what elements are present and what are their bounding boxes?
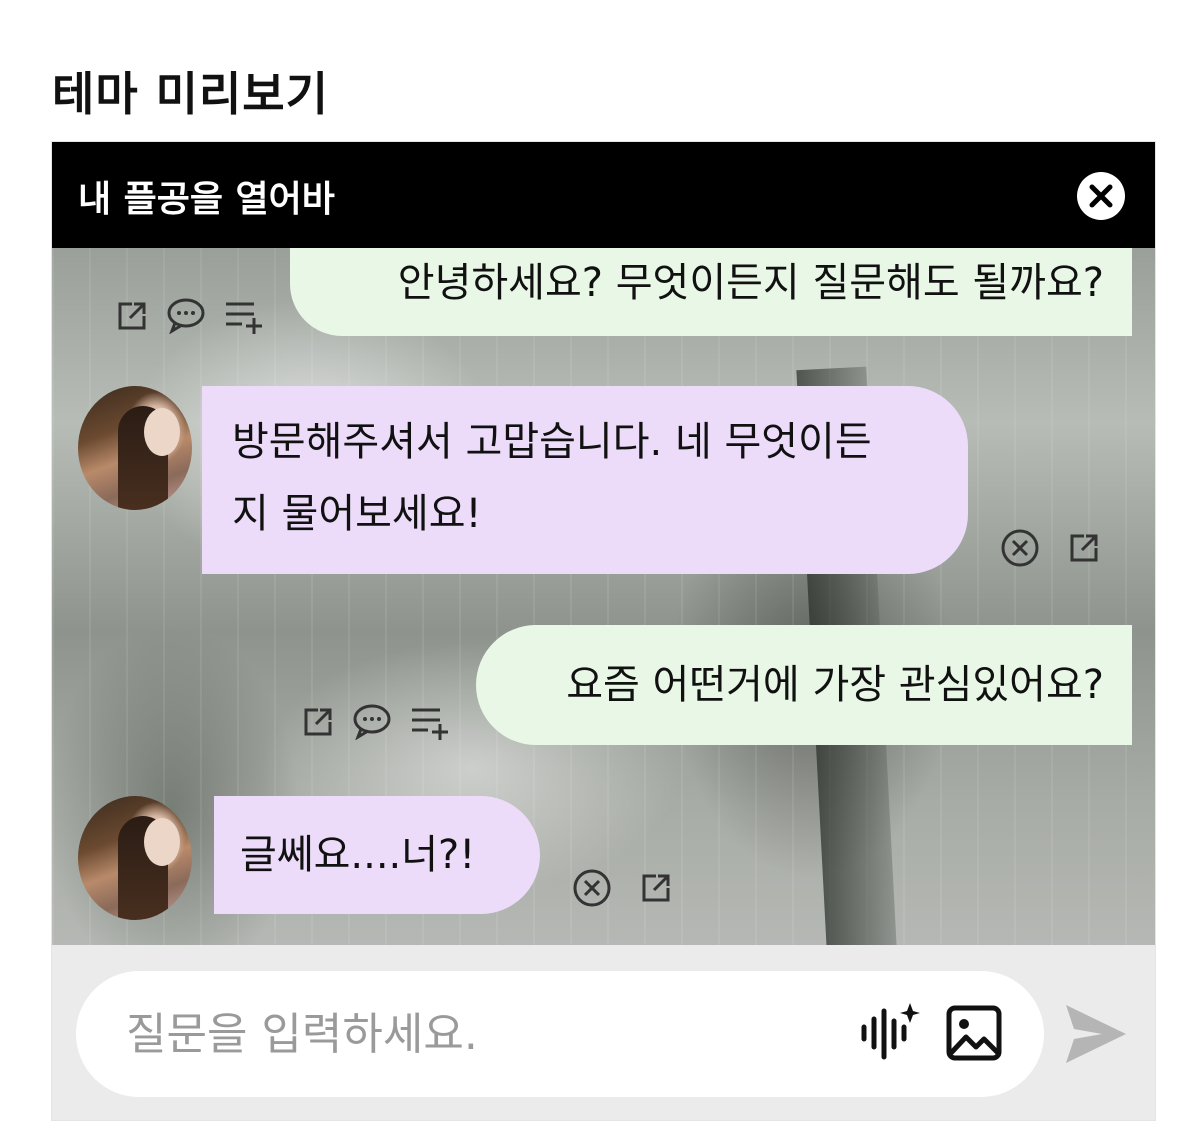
playlist-add-icon[interactable] <box>410 706 450 740</box>
send-icon[interactable] <box>1062 1001 1128 1067</box>
share-icon[interactable] <box>114 298 150 334</box>
user-message: 요즘 어떤거에 가장 관심있어요? <box>476 625 1132 745</box>
comment-icon[interactable] <box>352 702 394 740</box>
input-bar <box>52 945 1155 1120</box>
bot-message: 방문해주셔서 고맙습니다. 네 무엇이든 지 물어보세요! <box>202 386 968 574</box>
share-icon[interactable] <box>1066 530 1102 566</box>
bot-avatar <box>78 796 192 920</box>
share-icon[interactable] <box>638 870 674 906</box>
dismiss-circle-icon[interactable] <box>1000 528 1040 568</box>
image-icon[interactable] <box>946 1005 1002 1061</box>
theme-preview: 내 플공을 열어바 안녕하세요? 무엇이든지 질문해도 될까요? 방문해주셔서 … <box>51 141 1156 1121</box>
voice-sparkle-icon[interactable] <box>858 1001 920 1063</box>
bot-avatar <box>78 386 192 510</box>
chat-header: 내 플공을 열어바 <box>52 142 1155 248</box>
chat-title: 내 플공을 열어바 <box>78 179 335 220</box>
comment-icon[interactable] <box>166 296 208 334</box>
message-text-line: 지 물어보세요! <box>232 491 482 537</box>
close-icon <box>1089 184 1113 208</box>
message-text-line: 방문해주셔서 고맙습니다. 네 무엇이든 <box>232 419 872 465</box>
dismiss-circle-icon[interactable] <box>572 868 612 908</box>
close-button[interactable] <box>1077 172 1125 220</box>
user-message: 안녕하세요? 무엇이든지 질문해도 될까요? <box>290 248 1132 336</box>
playlist-add-icon[interactable] <box>224 300 264 334</box>
message-text: 요즘 어떤거에 가장 관심있어요? <box>566 662 1104 708</box>
bot-message: 글쎄요....너?! <box>214 796 540 914</box>
share-icon[interactable] <box>300 704 336 740</box>
message-text: 글쎄요....너?! <box>240 832 476 878</box>
message-text: 안녕하세요? 무엇이든지 질문해도 될까요? <box>397 260 1104 306</box>
page-title: 테마 미리보기 <box>52 67 329 121</box>
chat-area: 안녕하세요? 무엇이든지 질문해도 될까요? 방문해주셔서 고맙습니다. 네 무… <box>52 248 1155 945</box>
